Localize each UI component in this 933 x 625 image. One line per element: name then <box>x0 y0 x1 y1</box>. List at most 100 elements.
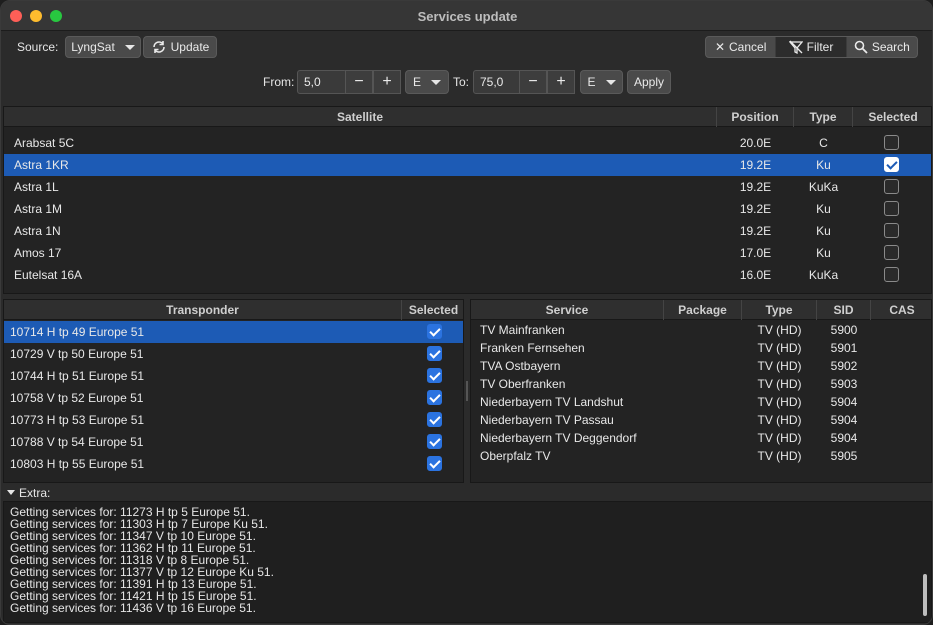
action-segmented-control: ✕ Cancel Filter Search <box>705 36 918 58</box>
service-name: Niederbayern TV Landshut <box>480 395 624 409</box>
column-header-type[interactable]: Type <box>794 107 853 127</box>
satellite-position: 16.0E <box>739 268 772 282</box>
satellite-type: KuKa <box>808 268 839 282</box>
transponder-row[interactable]: 10758 V tp 52 Europe 51 <box>4 387 463 409</box>
satellite-row[interactable]: Astra 1L 19.2E KuKa <box>4 176 931 198</box>
search-button[interactable]: Search <box>847 37 917 57</box>
service-cas <box>871 429 931 447</box>
apply-button[interactable]: Apply <box>627 70 671 94</box>
transponder-row[interactable]: 10714 H tp 49 Europe 51 <box>4 321 463 343</box>
service-row[interactable]: Oberpfalz TV TV (HD) 5905 <box>471 447 931 465</box>
transponder-table-header: Transponder Selected <box>4 300 463 320</box>
cancel-button[interactable]: ✕ Cancel <box>706 37 777 57</box>
transponder-selected-checkbox[interactable] <box>427 346 442 361</box>
satellite-name: Arabsat 5C <box>14 136 75 150</box>
cancel-label: Cancel <box>729 40 767 54</box>
satellite-name: Amos 17 <box>14 246 62 260</box>
filter-off-icon <box>788 40 803 54</box>
service-row[interactable]: Franken Fernsehen TV (HD) 5901 <box>471 339 931 357</box>
satellite-row[interactable]: Astra 1KR 19.2E Ku <box>4 154 931 176</box>
chevron-down-icon <box>605 79 616 85</box>
log-scrollbar[interactable] <box>923 574 927 616</box>
transponder-selected-checkbox[interactable] <box>427 456 442 471</box>
transponder-name: 10744 H tp 51 Europe 51 <box>10 369 145 383</box>
split-view-handle[interactable] <box>466 381 468 401</box>
transponder-row[interactable]: 10803 H tp 55 Europe 51 <box>4 453 463 475</box>
satellite-row[interactable]: Astra 1N 19.2E Ku <box>4 220 931 242</box>
log-output[interactable]: Getting services for: 11273 H tp 5 Europ… <box>3 501 932 623</box>
satellite-name: Astra 1N <box>14 224 61 238</box>
satellite-row[interactable]: Amos 17 17.0E Ku <box>4 242 931 264</box>
satellite-selected-checkbox[interactable] <box>884 179 899 194</box>
satellite-type: Ku <box>816 202 831 216</box>
satellite-row[interactable]: Astra 1M 19.2E Ku <box>4 198 931 220</box>
transponder-name: 10803 H tp 55 Europe 51 <box>10 457 145 471</box>
column-header-position[interactable]: Position <box>717 107 794 127</box>
from-direction-combo[interactable]: E <box>405 70 449 94</box>
transponder-selected-checkbox[interactable] <box>427 434 442 449</box>
service-cas <box>871 411 931 429</box>
transponder-selected-checkbox[interactable] <box>427 390 442 405</box>
satellite-selected-checkbox[interactable] <box>884 157 899 172</box>
range-bar: From: 5,0 − + E To: 75,0 − + E Apply <box>1 63 932 103</box>
service-type: TV (HD) <box>757 377 802 391</box>
satellite-row[interactable]: Eutelsat 16A 16.0E KuKa <box>4 264 931 286</box>
service-row[interactable]: Niederbayern TV Passau TV (HD) 5904 <box>471 411 931 429</box>
transponder-row[interactable]: 10744 H tp 51 Europe 51 <box>4 365 463 387</box>
service-row[interactable]: TV Mainfranken TV (HD) 5900 <box>471 321 931 339</box>
source-combo[interactable]: LyngSat <box>65 36 141 58</box>
satellite-name: Astra 1KR <box>14 158 69 172</box>
service-row[interactable]: Niederbayern TV Landshut TV (HD) 5904 <box>471 393 931 411</box>
satellite-name: Astra 1L <box>14 180 59 194</box>
service-package <box>664 339 742 357</box>
column-header-service[interactable]: Service <box>471 300 664 320</box>
transponder-selected-checkbox[interactable] <box>427 324 442 339</box>
column-header-package[interactable]: Package <box>664 300 742 320</box>
to-label: To: <box>453 75 470 89</box>
extra-label: Extra: <box>19 486 51 500</box>
from-input[interactable]: 5,0 <box>297 70 347 94</box>
service-cas <box>871 447 931 465</box>
column-header-cas[interactable]: CAS <box>871 300 931 320</box>
to-input[interactable]: 75,0 <box>473 70 523 94</box>
column-header-selected[interactable]: Selected <box>853 107 931 127</box>
service-row[interactable]: Niederbayern TV Deggendorf TV (HD) 5904 <box>471 429 931 447</box>
service-row[interactable]: TV Oberfranken TV (HD) 5903 <box>471 375 931 393</box>
column-header-service-type[interactable]: Type <box>742 300 817 320</box>
disclosure-triangle-icon <box>7 490 15 495</box>
satellite-selected-checkbox[interactable] <box>884 223 899 238</box>
to-direction-combo[interactable]: E <box>580 70 623 94</box>
log-line: Getting services for: 11436 V tp 16 Euro… <box>10 601 256 615</box>
service-row[interactable]: TVA Ostbayern TV (HD) 5902 <box>471 357 931 375</box>
service-name: TV Mainfranken <box>480 323 565 337</box>
to-increment-button[interactable]: + <box>547 70 575 94</box>
filter-button[interactable]: Filter <box>776 37 847 57</box>
satellite-name: Eutelsat 16A <box>14 268 83 282</box>
service-cas <box>871 321 931 339</box>
column-header-transponder-selected[interactable]: Selected <box>402 300 463 320</box>
satellite-selected-checkbox[interactable] <box>884 201 899 216</box>
column-header-sid[interactable]: SID <box>817 300 871 320</box>
satellite-selected-checkbox[interactable] <box>884 135 899 150</box>
from-increment-button[interactable]: + <box>373 70 401 94</box>
service-cas <box>871 357 931 375</box>
service-sid: 5905 <box>830 449 858 463</box>
update-button[interactable]: Update <box>143 36 217 58</box>
satellite-row[interactable]: Arabsat 5C 20.0E C <box>4 132 931 154</box>
extra-disclosure[interactable]: Extra: <box>1 484 932 501</box>
satellite-selected-checkbox[interactable] <box>884 245 899 260</box>
satellite-selected-checkbox[interactable] <box>884 267 899 282</box>
service-package <box>664 429 742 447</box>
to-decrement-button[interactable]: − <box>519 70 547 94</box>
column-header-satellite[interactable]: Satellite <box>4 107 717 127</box>
transponder-name: 10773 H tp 53 Europe 51 <box>10 413 145 427</box>
transponder-selected-checkbox[interactable] <box>427 412 442 427</box>
column-header-transponder[interactable]: Transponder <box>4 300 402 320</box>
transponder-row[interactable]: 10729 V tp 50 Europe 51 <box>4 343 463 365</box>
from-decrement-button[interactable]: − <box>345 70 373 94</box>
transponder-row[interactable]: 10788 V tp 54 Europe 51 <box>4 431 463 453</box>
transponder-selected-checkbox[interactable] <box>427 368 442 383</box>
transponder-row[interactable]: 10773 H tp 53 Europe 51 <box>4 409 463 431</box>
service-type: TV (HD) <box>757 341 802 355</box>
services-update-window: Services update Source: LyngSat Update ✕… <box>0 0 933 625</box>
